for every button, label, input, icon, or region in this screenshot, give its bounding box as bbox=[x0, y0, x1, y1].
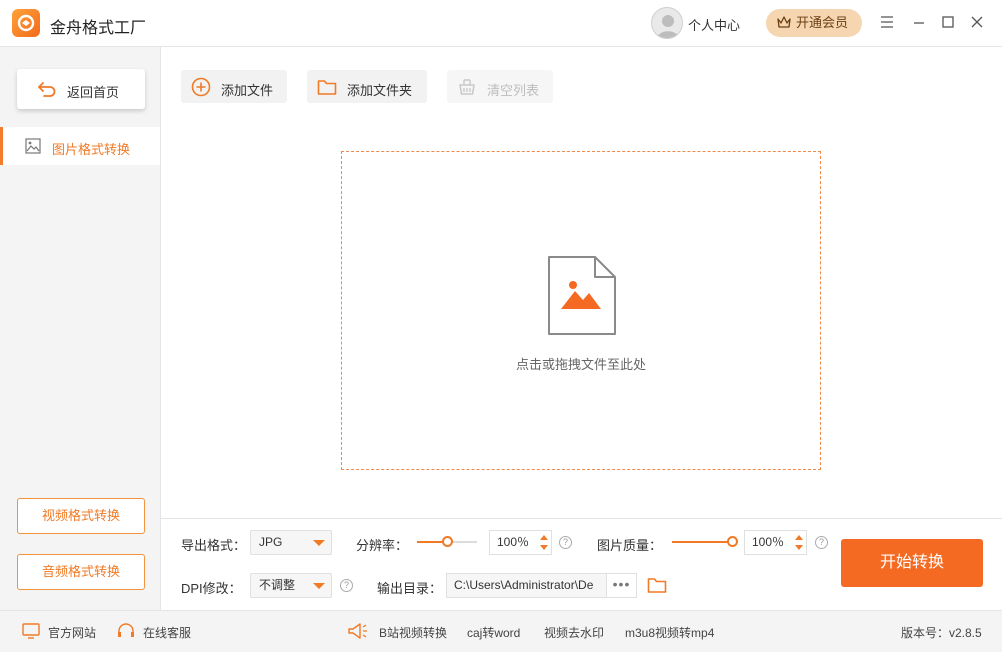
start-convert-button[interactable]: 开始转换 bbox=[841, 539, 983, 587]
sidebar-item-label: 图片格式转换 bbox=[52, 142, 131, 157]
open-folder-icon[interactable] bbox=[647, 575, 667, 595]
version-label: 版本号：v2.8.5 bbox=[901, 626, 982, 640]
back-home-label: 返回首页 bbox=[67, 85, 120, 100]
back-arrow-icon bbox=[38, 82, 56, 97]
export-format-select[interactable]: JPG bbox=[250, 530, 332, 555]
vip-button[interactable]: 开通会员 bbox=[766, 9, 862, 37]
add-folder-label: 添加文件夹 bbox=[347, 83, 413, 98]
footer-bar: 官方网站 在线客服 B站视频转换 caj转word 视频去水印 m3u8视频转m… bbox=[0, 610, 1002, 652]
file-drop-zone[interactable]: 点击或拖拽文件至此处 bbox=[341, 151, 821, 470]
add-folder-button[interactable]: 添加文件夹 bbox=[307, 70, 427, 103]
footer-link-bilibili[interactable]: B站视频转换 bbox=[379, 624, 447, 641]
user-avatar-icon[interactable] bbox=[651, 7, 683, 39]
menu-icon[interactable] bbox=[879, 14, 897, 32]
resolution-input[interactable]: 100％ bbox=[489, 530, 552, 555]
add-file-button[interactable]: 添加文件 bbox=[181, 70, 287, 103]
megaphone-icon bbox=[348, 623, 367, 639]
official-site-link[interactable]: 官方网站 bbox=[48, 624, 96, 641]
clear-list-button[interactable]: 清空列表 bbox=[447, 70, 553, 103]
basket-icon bbox=[459, 79, 475, 95]
quality-decrease[interactable] bbox=[795, 545, 803, 550]
export-format-label: 导出格式： bbox=[181, 538, 247, 553]
back-home-button[interactable]: 返回首页 bbox=[17, 69, 145, 109]
user-center-link[interactable]: 个人中心 bbox=[688, 15, 740, 34]
output-dir-value: C:\Users\Administrator\De bbox=[454, 578, 594, 592]
dpi-help-icon[interactable]: ? bbox=[340, 579, 353, 592]
crown-icon bbox=[777, 16, 791, 28]
dpi-select[interactable]: 不调整 bbox=[250, 573, 332, 598]
resolution-value: 100％ bbox=[497, 535, 530, 549]
close-icon[interactable] bbox=[969, 14, 987, 32]
audio-convert-button[interactable]: 音频格式转换 bbox=[17, 554, 145, 590]
maximize-icon[interactable] bbox=[940, 14, 958, 32]
quality-slider[interactable] bbox=[672, 536, 738, 548]
monitor-icon bbox=[22, 623, 40, 639]
chevron-down-icon bbox=[313, 583, 325, 589]
headset-icon bbox=[118, 623, 134, 637]
resolution-help-icon[interactable]: ? bbox=[559, 536, 572, 549]
resolution-increase[interactable] bbox=[540, 535, 548, 540]
online-support-link[interactable]: 在线客服 bbox=[143, 624, 191, 641]
quality-label: 图片质量： bbox=[597, 538, 663, 553]
quality-increase[interactable] bbox=[795, 535, 803, 540]
settings-panel: 导出格式： JPG 分辨率： 100％ ? 图片质量： 100％ ? DPI修改… bbox=[161, 518, 1002, 610]
chevron-down-icon bbox=[313, 540, 325, 546]
minimize-icon[interactable] bbox=[911, 14, 929, 32]
image-icon bbox=[25, 138, 41, 154]
folder-icon bbox=[317, 80, 337, 95]
plus-circle-icon bbox=[191, 77, 211, 97]
drop-hint-text: 点击或拖拽文件至此处 bbox=[515, 357, 646, 372]
clear-list-label: 清空列表 bbox=[487, 83, 540, 98]
sidebar-item-image-convert[interactable]: 图片格式转换 bbox=[0, 127, 160, 165]
resolution-decrease[interactable] bbox=[540, 545, 548, 550]
vip-label: 开通会员 bbox=[796, 15, 849, 30]
title-bar: 金舟格式工厂 个人中心 开通会员 bbox=[0, 0, 1002, 47]
quality-value: 100％ bbox=[752, 535, 785, 549]
resolution-label: 分辨率： bbox=[356, 538, 409, 553]
dpi-value: 不调整 bbox=[259, 578, 296, 592]
quality-slider-knob[interactable] bbox=[727, 536, 738, 547]
quality-input[interactable]: 100％ bbox=[744, 530, 807, 555]
footer-link-caj[interactable]: caj转word bbox=[467, 624, 520, 641]
image-file-icon bbox=[548, 256, 616, 335]
footer-link-watermark[interactable]: 视频去水印 bbox=[544, 624, 604, 641]
video-convert-button[interactable]: 视频格式转换 bbox=[17, 498, 145, 534]
footer-link-m3u8[interactable]: m3u8视频转mp4 bbox=[625, 624, 714, 641]
output-dir-label: 输出目录： bbox=[377, 581, 443, 596]
app-logo-icon bbox=[12, 9, 40, 37]
browse-more-button[interactable]: ••• bbox=[606, 574, 636, 597]
export-format-value: JPG bbox=[259, 535, 283, 549]
quality-help-icon[interactable]: ? bbox=[815, 536, 828, 549]
app-title: 金舟格式工厂 bbox=[50, 20, 147, 37]
resolution-slider[interactable] bbox=[417, 536, 477, 548]
resolution-slider-knob[interactable] bbox=[442, 536, 453, 547]
dpi-label: DPI修改： bbox=[181, 581, 242, 596]
add-file-label: 添加文件 bbox=[221, 83, 274, 98]
sidebar: 返回首页 图片格式转换 视频格式转换 音频格式转换 bbox=[0, 47, 161, 610]
